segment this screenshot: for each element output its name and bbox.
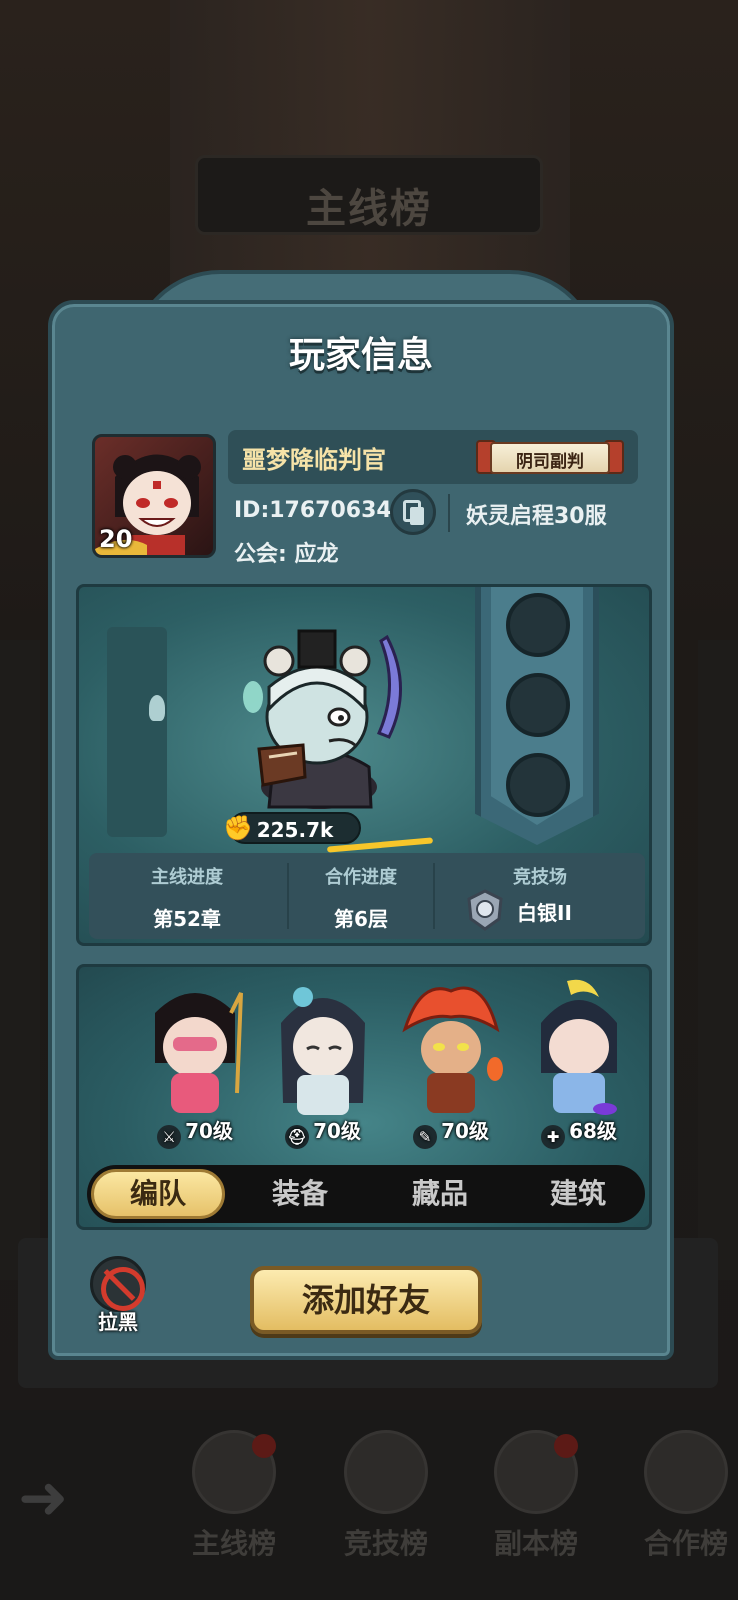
hero-portrait-icon bbox=[281, 987, 365, 1115]
crossed-swords-icon bbox=[344, 1430, 428, 1514]
nav-tab-label: 副本榜 bbox=[493, 1527, 578, 1560]
hero-level: ✚ 68级 bbox=[519, 1115, 639, 1149]
team-hero-1[interactable]: ⚔ 70级 bbox=[135, 973, 255, 1149]
tab-collection[interactable]: 藏品 bbox=[373, 1169, 507, 1219]
stat-label: 竞技场 bbox=[513, 867, 567, 888]
tab-equipment[interactable]: 装备 bbox=[233, 1169, 367, 1219]
stat-value: 第6层 bbox=[334, 907, 388, 931]
hero-level-text: 70级 bbox=[313, 1119, 361, 1143]
empty-slot[interactable] bbox=[506, 753, 570, 817]
hero-level: ⛑ 70级 bbox=[263, 1115, 383, 1149]
player-id: ID:17670634 bbox=[234, 498, 392, 523]
silver-rank-badge-icon bbox=[467, 889, 503, 931]
stat-value: 第52章 bbox=[153, 907, 221, 931]
stat-label: 主线进度 bbox=[151, 867, 223, 888]
ranking-title: 主线榜 bbox=[306, 186, 432, 232]
handshake-icon bbox=[644, 1430, 728, 1514]
panel-title: 玩家信息 bbox=[288, 335, 433, 376]
heal-class-icon: ✚ bbox=[541, 1125, 566, 1149]
team-lineup: ⚔ 70级 ⛑ 70级 ✎ 70级 ✚ 68级 编队 装备 藏品 建筑 bbox=[76, 964, 652, 1230]
back-arrow-icon[interactable]: ➜ bbox=[18, 1468, 90, 1528]
team-hero-4[interactable]: ✚ 68级 bbox=[519, 973, 639, 1149]
power-display: ✊ 225.7k bbox=[223, 812, 361, 844]
guild-name: 公会: 应龙 bbox=[234, 542, 339, 567]
progress-stats: 主线进度 第52章 合作进度 第6层 竞技场 白银II bbox=[89, 853, 645, 939]
player-avatar[interactable]: 20 bbox=[92, 434, 216, 558]
staff-class-icon: ✎ bbox=[413, 1125, 438, 1149]
hero-level-text: 70级 bbox=[185, 1119, 233, 1143]
avatar-level: 20 bbox=[99, 525, 133, 553]
empty-slot[interactable] bbox=[506, 673, 570, 737]
tab-buildings[interactable]: 建筑 bbox=[511, 1169, 645, 1219]
hero-level: ✎ 70级 bbox=[391, 1115, 511, 1149]
nav-tab-label: 主线榜 bbox=[191, 1527, 276, 1560]
companion-slot-banner bbox=[475, 587, 599, 845]
copy-id-button[interactable] bbox=[390, 489, 436, 535]
tab-lineup[interactable]: 编队 bbox=[91, 1169, 225, 1219]
stat-value: 白银II bbox=[517, 901, 572, 925]
nav-tab-label: 竞技榜 bbox=[343, 1527, 428, 1560]
stat-label: 合作进度 bbox=[325, 867, 397, 888]
hero-showcase: ✊ 225.7k 主线进度 第52章 合作进度 第6层 竞技场 白银II bbox=[76, 584, 652, 946]
nav-tab-main-ranking[interactable]: 主线榜 bbox=[174, 1430, 294, 1580]
nav-tab-arena-ranking[interactable]: 竞技榜 bbox=[326, 1430, 446, 1580]
hero-level: ⚔ 70级 bbox=[135, 1115, 255, 1149]
hero-level-text: 70级 bbox=[441, 1119, 489, 1143]
hero-portrait-icon bbox=[402, 986, 503, 1113]
candle-flame-icon bbox=[149, 695, 165, 721]
power-value: 225.7k bbox=[256, 818, 334, 842]
notification-dot bbox=[554, 1434, 578, 1458]
main-hero-figure[interactable] bbox=[199, 617, 429, 827]
copy-icon bbox=[403, 500, 424, 525]
hero-portrait-icon bbox=[541, 979, 617, 1115]
add-friend-label: 添加好友 bbox=[301, 1281, 430, 1319]
hero-portrait-icon bbox=[155, 992, 243, 1113]
add-friend-button[interactable]: 添加好友 bbox=[250, 1266, 482, 1334]
notification-dot bbox=[252, 1434, 276, 1458]
block-button[interactable]: 拉黑 bbox=[86, 1256, 150, 1342]
title-badge-text: 阴司副判 bbox=[516, 452, 584, 472]
hero-level-text: 68级 bbox=[569, 1119, 617, 1143]
divider bbox=[448, 494, 450, 532]
nav-tab-coop-ranking[interactable]: 合作榜 bbox=[626, 1430, 738, 1580]
background-left-edge bbox=[0, 640, 40, 1280]
stat-main-progress: 主线进度 第52章 bbox=[89, 853, 285, 939]
bottom-nav: ➜ 主线榜 竞技榜 副本榜 合作榜 bbox=[0, 1410, 738, 1600]
player-info-panel: 玩家信息 20 噩梦降临判官 阴司副判 ID:17670634 妖灵启程30服 … bbox=[48, 300, 674, 1360]
background-curtain bbox=[170, 0, 570, 300]
team-hero-3[interactable]: ✎ 70级 bbox=[391, 973, 511, 1149]
empty-slot[interactable] bbox=[506, 593, 570, 657]
info-tabs: 编队 装备 藏品 建筑 bbox=[87, 1165, 645, 1223]
stat-arena: 竞技场 白银II bbox=[435, 853, 645, 939]
sword-class-icon: ⚔ bbox=[157, 1125, 182, 1149]
ranking-banner: 主线榜 bbox=[195, 155, 543, 235]
name-bar: 噩梦降临判官 阴司副判 bbox=[228, 430, 638, 484]
background-pillar bbox=[107, 627, 167, 837]
background-right-edge bbox=[698, 640, 738, 1280]
title-badge: 阴司副判 bbox=[476, 436, 624, 478]
prohibited-icon bbox=[90, 1256, 146, 1312]
nav-tab-label: 合作榜 bbox=[643, 1527, 728, 1560]
nav-tab-dungeon-ranking[interactable]: 副本榜 bbox=[476, 1430, 596, 1580]
stat-coop-progress: 合作进度 第6层 bbox=[289, 853, 433, 939]
team-hero-2[interactable]: ⛑ 70级 bbox=[263, 973, 383, 1149]
server-name: 妖灵启程30服 bbox=[466, 504, 607, 529]
helmet-class-icon: ⛑ bbox=[285, 1125, 310, 1149]
player-name: 噩梦降临判官 bbox=[242, 446, 386, 474]
